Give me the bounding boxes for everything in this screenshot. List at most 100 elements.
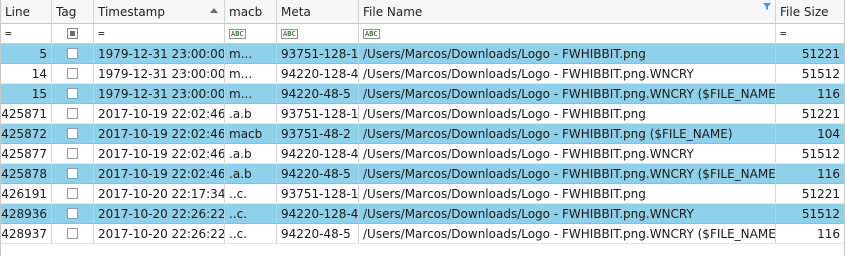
checkbox-icon[interactable]: [67, 48, 78, 59]
line-cell[interactable]: 425871: [1, 104, 52, 124]
column-header-file-size[interactable]: File Size: [776, 0, 844, 23]
table-row[interactable]: 425877 2017-10-19 22:02:46 .a.b 94220-128-4…: [1, 144, 844, 164]
file-size-cell[interactable]: 51512: [776, 64, 844, 84]
checkbox-icon[interactable]: [67, 168, 78, 179]
file-name-cell[interactable]: /Users/Marcos/Downloads/Logo - FWHIBBIT.…: [359, 184, 776, 204]
file-name-cell[interactable]: /Users/Marcos/Downloads/Logo - FWHIBBIT.…: [359, 84, 776, 104]
file-size-cell[interactable]: 51221: [776, 44, 844, 64]
line-cell[interactable]: 425872: [1, 124, 52, 144]
meta-cell[interactable]: 93751-48-2: [277, 124, 359, 144]
tag-cell[interactable]: [52, 104, 94, 124]
macb-cell[interactable]: ..c.: [225, 204, 277, 224]
meta-cell[interactable]: 94220-48-5: [277, 164, 359, 184]
filter-tag[interactable]: [52, 24, 94, 43]
timestamp-cell[interactable]: 1979-12-31 23:00:00: [94, 44, 225, 64]
timestamp-cell[interactable]: 2017-10-19 22:02:46: [94, 104, 225, 124]
macb-cell[interactable]: m...: [225, 84, 277, 104]
filter-macb[interactable]: ABC: [225, 24, 277, 43]
checkbox-icon[interactable]: [67, 148, 78, 159]
column-header-tag[interactable]: Tag: [52, 0, 94, 23]
line-cell[interactable]: 426191: [1, 184, 52, 204]
table-row[interactable]: 5 1979-12-31 23:00:00 m... 93751-128-1/User…: [1, 44, 844, 64]
file-size-cell[interactable]: 51221: [776, 184, 844, 204]
macb-cell[interactable]: .a.b: [225, 164, 277, 184]
file-name-cell[interactable]: /Users/Marcos/Downloads/Logo - FWHIBBIT.…: [359, 224, 776, 244]
table-row[interactable]: 14 1979-12-31 23:00:00 m... 94220-128-4/Use…: [1, 64, 844, 84]
funnel-icon[interactable]: [763, 3, 771, 10]
tag-cell[interactable]: [52, 224, 94, 244]
filter-file-name[interactable]: ABC: [359, 24, 776, 43]
file-size-cell[interactable]: 51221: [776, 104, 844, 124]
line-cell[interactable]: 425878: [1, 164, 52, 184]
filter-meta[interactable]: ABC: [277, 24, 359, 43]
macb-cell[interactable]: .a.b: [225, 104, 277, 124]
meta-cell[interactable]: 94220-128-4: [277, 204, 359, 224]
file-name-cell[interactable]: /Users/Marcos/Downloads/Logo - FWHIBBIT.…: [359, 124, 776, 144]
checkbox-icon[interactable]: [67, 88, 78, 99]
file-size-cell[interactable]: 51512: [776, 144, 844, 164]
checkbox-icon[interactable]: [67, 68, 78, 79]
file-size-cell[interactable]: 116: [776, 164, 844, 184]
meta-cell[interactable]: 93751-128-1: [277, 184, 359, 204]
timestamp-cell[interactable]: 2017-10-20 22:17:34: [94, 184, 225, 204]
file-size-cell[interactable]: 116: [776, 84, 844, 104]
tag-cell[interactable]: [52, 144, 94, 164]
meta-cell[interactable]: 94220-48-5: [277, 84, 359, 104]
checkbox-icon[interactable]: [67, 228, 78, 239]
file-name-cell[interactable]: /Users/Marcos/Downloads/Logo - FWHIBBIT.…: [359, 164, 776, 184]
line-cell[interactable]: 428936: [1, 204, 52, 224]
file-name-cell[interactable]: /Users/Marcos/Downloads/Logo - FWHIBBIT.…: [359, 144, 776, 164]
column-header-meta[interactable]: Meta: [277, 0, 359, 23]
column-header-file-name[interactable]: File Name: [359, 0, 776, 23]
macb-cell[interactable]: macb: [225, 124, 277, 144]
tag-cell[interactable]: [52, 64, 94, 84]
tag-cell[interactable]: [52, 44, 94, 64]
file-name-cell[interactable]: /Users/Marcos/Downloads/Logo - FWHIBBIT.…: [359, 64, 776, 84]
checkbox-icon[interactable]: [67, 128, 78, 139]
timestamp-cell[interactable]: 2017-10-20 22:26:22: [94, 224, 225, 244]
line-cell[interactable]: 425877: [1, 144, 52, 164]
table-row[interactable]: 428936 2017-10-20 22:26:22 ..c. 94220-128-4…: [1, 204, 844, 224]
meta-cell[interactable]: 93751-128-1: [277, 44, 359, 64]
meta-cell[interactable]: 94220-128-4: [277, 64, 359, 84]
timestamp-cell[interactable]: 2017-10-19 22:02:46: [94, 124, 225, 144]
checkbox-icon[interactable]: [67, 108, 78, 119]
filter-timestamp[interactable]: =: [94, 24, 225, 43]
meta-cell[interactable]: 93751-128-1: [277, 104, 359, 124]
file-size-cell[interactable]: 104: [776, 124, 844, 144]
table-row[interactable]: 426191 2017-10-20 22:17:34 ..c. 93751-128-1…: [1, 184, 844, 204]
tag-cell[interactable]: [52, 204, 94, 224]
column-header-macb[interactable]: macb: [225, 0, 277, 23]
timestamp-cell[interactable]: 1979-12-31 23:00:00: [94, 84, 225, 104]
sort-ascending-icon[interactable]: [210, 8, 218, 13]
table-row[interactable]: 428937 2017-10-20 22:26:22 ..c. 94220-48-5 /…: [1, 224, 844, 244]
file-name-cell[interactable]: /Users/Marcos/Downloads/Logo - FWHIBBIT.…: [359, 104, 776, 124]
tag-cell[interactable]: [52, 164, 94, 184]
macb-cell[interactable]: m...: [225, 64, 277, 84]
file-name-cell[interactable]: /Users/Marcos/Downloads/Logo - FWHIBBIT.…: [359, 44, 776, 64]
meta-cell[interactable]: 94220-128-4: [277, 144, 359, 164]
filter-line[interactable]: =: [1, 24, 52, 43]
file-name-cell[interactable]: /Users/Marcos/Downloads/Logo - FWHIBBIT.…: [359, 204, 776, 224]
table-row[interactable]: 425872 2017-10-19 22:02:46 macb 93751-48-2 /…: [1, 124, 844, 144]
macb-cell[interactable]: .a.b: [225, 144, 277, 164]
filter-file-size[interactable]: =: [776, 24, 844, 43]
timestamp-cell[interactable]: 2017-10-19 22:02:46: [94, 144, 225, 164]
table-row[interactable]: 425871 2017-10-19 22:02:46 .a.b 93751-128-1…: [1, 104, 844, 124]
column-header-line[interactable]: Line: [1, 0, 52, 23]
tag-cell[interactable]: [52, 84, 94, 104]
tag-cell[interactable]: [52, 124, 94, 144]
checkbox-icon[interactable]: [67, 188, 78, 199]
file-size-cell[interactable]: 116: [776, 224, 844, 244]
line-cell[interactable]: 5: [1, 44, 52, 64]
timestamp-cell[interactable]: 2017-10-20 22:26:22: [94, 204, 225, 224]
column-header-timestamp[interactable]: Timestamp: [94, 0, 225, 23]
meta-cell[interactable]: 94220-48-5: [277, 224, 359, 244]
macb-cell[interactable]: ..c.: [225, 224, 277, 244]
checkbox-icon[interactable]: [67, 208, 78, 219]
line-cell[interactable]: 14: [1, 64, 52, 84]
table-row[interactable]: 15 1979-12-31 23:00:00 m... 94220-48-5/User…: [1, 84, 844, 104]
file-size-cell[interactable]: 51512: [776, 204, 844, 224]
table-row[interactable]: 425878 2017-10-19 22:02:46 .a.b 94220-48-5 /…: [1, 164, 844, 184]
tag-cell[interactable]: [52, 184, 94, 204]
